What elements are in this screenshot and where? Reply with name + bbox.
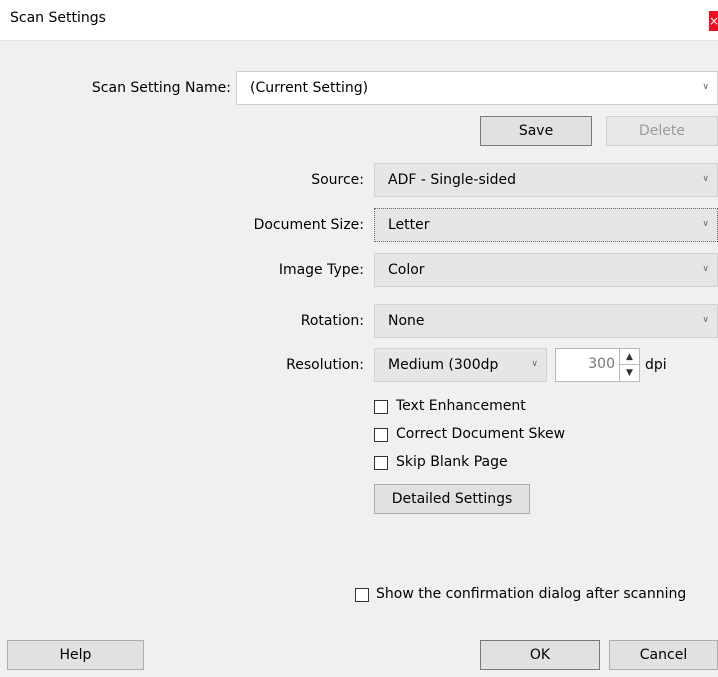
correct-document-skew-checkbox[interactable] — [374, 428, 388, 442]
dpi-unit-label: dpi — [645, 357, 667, 373]
document-size-select[interactable]: Letter ∨ — [374, 208, 718, 242]
document-size-label: Document Size: — [253, 217, 364, 233]
delete-button[interactable]: Delete — [606, 116, 718, 146]
skip-blank-page-checkbox[interactable] — [374, 456, 388, 470]
rotation-value: None — [388, 313, 425, 329]
image-type-select[interactable]: Color ∨ — [374, 253, 718, 287]
rotation-select[interactable]: None ∨ — [374, 304, 718, 338]
scan-setting-name-select[interactable]: (Current Setting) ∨ — [236, 71, 718, 105]
scan-settings-dialog: Scan Settings × Scan Setting Name: (Curr… — [0, 0, 718, 677]
chevron-down-icon: ∨ — [702, 174, 709, 184]
spin-down-icon[interactable]: ▼ — [619, 365, 639, 381]
dpi-stepper[interactable]: 300 ▲ ▼ — [555, 348, 640, 382]
image-type-value: Color — [388, 262, 425, 278]
spin-up-icon[interactable]: ▲ — [619, 349, 639, 365]
source-select[interactable]: ADF - Single-sided ∨ — [374, 163, 718, 197]
rotation-label: Rotation: — [300, 313, 364, 329]
resolution-select[interactable]: Medium (300dp ∨ — [374, 348, 547, 382]
resolution-value: Medium (300dp — [388, 357, 499, 373]
cancel-button[interactable]: Cancel — [609, 640, 718, 670]
correct-document-skew-label: Correct Document Skew — [396, 426, 566, 442]
text-enhancement-label: Text Enhancement — [396, 398, 526, 414]
detailed-settings-button[interactable]: Detailed Settings — [374, 484, 530, 514]
dpi-value: 300 — [588, 356, 615, 372]
close-icon: × — [709, 14, 718, 28]
chevron-down-icon: ∨ — [702, 82, 709, 92]
window-title: Scan Settings — [10, 10, 106, 26]
save-button[interactable]: Save — [480, 116, 592, 146]
scan-setting-name-label: Scan Setting Name: — [91, 80, 231, 96]
skip-blank-page-label: Skip Blank Page — [396, 454, 508, 470]
source-value: ADF - Single-sided — [388, 172, 517, 188]
source-label: Source: — [311, 172, 364, 188]
text-enhancement-checkbox[interactable] — [374, 400, 388, 414]
scan-setting-name-value: (Current Setting) — [250, 80, 369, 96]
image-type-label: Image Type: — [278, 262, 364, 278]
confirmation-dialog-checkbox[interactable] — [355, 588, 369, 602]
close-button[interactable]: × — [709, 11, 718, 31]
confirmation-dialog-label: Show the confirmation dialog after scann… — [376, 586, 687, 602]
document-size-value: Letter — [388, 217, 430, 233]
chevron-down-icon: ∨ — [702, 315, 709, 325]
help-button[interactable]: Help — [7, 640, 144, 670]
ok-button[interactable]: OK — [480, 640, 600, 670]
resolution-label: Resolution: — [286, 357, 364, 373]
chevron-down-icon: ∨ — [702, 264, 709, 274]
title-bar: Scan Settings × — [0, 0, 718, 41]
chevron-down-icon: ∨ — [702, 219, 709, 229]
chevron-down-icon: ∨ — [531, 359, 538, 369]
